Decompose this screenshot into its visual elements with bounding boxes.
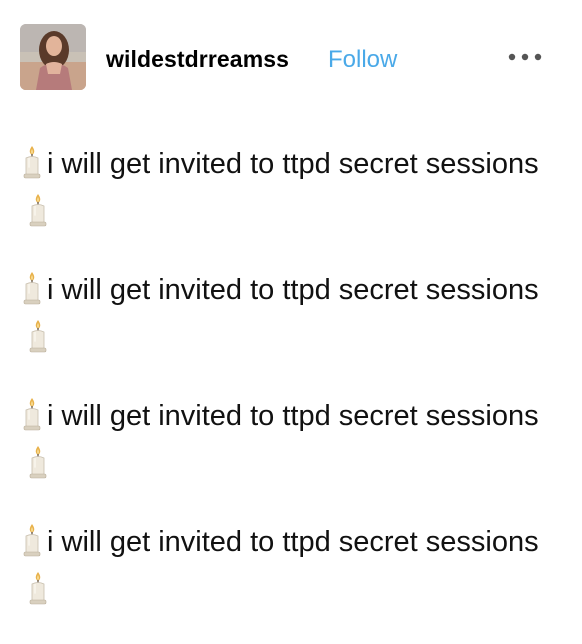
post-paragraph: i will get invited to ttpd secret sessio… (21, 518, 561, 614)
more-horizontal-icon[interactable] (506, 50, 546, 64)
avatar[interactable] (20, 24, 86, 90)
post-header: wildestdrreamss Follow (20, 24, 550, 90)
post-paragraph-text: i will get invited to ttpd secret sessio… (47, 526, 539, 558)
candle-icon (27, 193, 49, 227)
post-paragraph: i will get invited to ttpd secret sessio… (21, 266, 561, 362)
avatar-image (20, 24, 86, 90)
post-paragraph-text: i will get invited to ttpd secret sessio… (47, 148, 539, 180)
candle-icon (21, 523, 43, 557)
candle-icon (27, 445, 49, 479)
post-paragraph-text: i will get invited to ttpd secret sessio… (47, 400, 539, 432)
candle-icon (21, 271, 43, 305)
candle-icon (21, 145, 43, 179)
post-paragraph: i will get invited to ttpd secret sessio… (21, 392, 561, 488)
candle-icon (21, 397, 43, 431)
candle-icon (27, 319, 49, 353)
post-body: i will get invited to ttpd secret sessio… (21, 140, 561, 644)
candle-icon (27, 571, 49, 605)
post-paragraph-text: i will get invited to ttpd secret sessio… (47, 274, 539, 306)
username[interactable]: wildestdrreamss (106, 46, 289, 73)
post-paragraph: i will get invited to ttpd secret sessio… (21, 140, 561, 236)
follow-button[interactable]: Follow (328, 46, 397, 74)
